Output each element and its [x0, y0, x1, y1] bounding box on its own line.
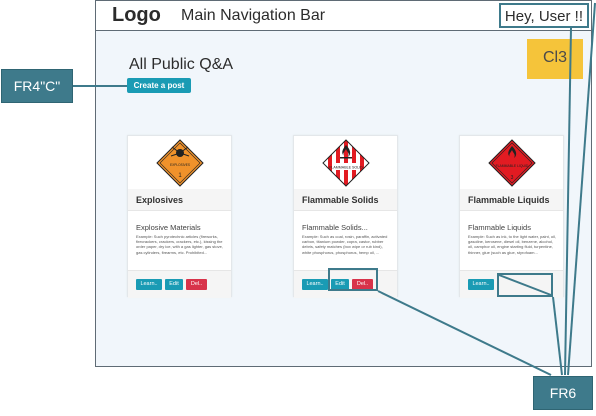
wireframe-stage: FR4"C" Logo Main Navigation Bar Hey, Use… [0, 0, 596, 416]
annotation-fr6: FR6 [533, 376, 593, 410]
annotation-connectors [73, 2, 596, 376]
